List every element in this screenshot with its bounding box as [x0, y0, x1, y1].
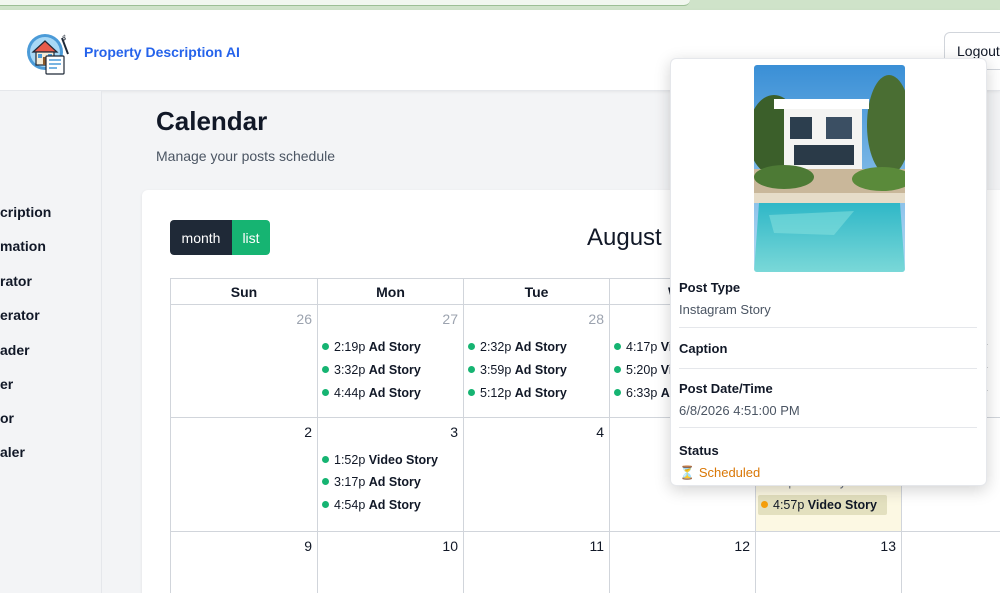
- day-number: 13: [880, 538, 896, 554]
- post-date-label: Post Date/Time: [679, 381, 773, 396]
- calendar-event[interactable]: 3:32p Ad Story: [322, 360, 421, 380]
- divider: [679, 327, 977, 328]
- calendar-event[interactable]: 4:44p Ad Story: [322, 383, 421, 403]
- day-number: 3: [450, 424, 458, 440]
- day-cell-tue-4[interactable]: 4: [463, 418, 609, 532]
- day-cell-sun-9[interactable]: 9: [170, 532, 317, 593]
- sidebar-item[interactable]: or: [0, 410, 14, 426]
- day-number: 10: [442, 538, 458, 554]
- browser-tabstrip: [0, 0, 1000, 10]
- day-cell-thu-13[interactable]: 13: [755, 532, 901, 593]
- day-number: 4: [596, 424, 604, 440]
- caption-label: Caption: [679, 341, 728, 356]
- event-dot-icon: [614, 389, 621, 396]
- sidebar-item[interactable]: ader: [0, 342, 30, 358]
- hourglass-icon: ⏳: [679, 465, 696, 480]
- event-dot-icon: [322, 478, 329, 485]
- status-label: Status: [679, 443, 719, 458]
- month-view-button[interactable]: month: [170, 220, 232, 255]
- sidebar-item[interactable]: cription: [0, 204, 51, 220]
- calendar-event[interactable]: 4:54p Ad Story: [322, 495, 421, 515]
- sidebar-item[interactable]: mation: [0, 238, 46, 254]
- weekday-header-sun: Sun: [170, 278, 317, 305]
- post-type-value: Instagram Story: [679, 302, 771, 317]
- divider: [679, 368, 977, 369]
- calendar-event[interactable]: 4:17p Vi: [614, 337, 672, 357]
- sidebar-item[interactable]: er: [0, 376, 13, 392]
- event-dot-icon: [468, 343, 475, 350]
- brand-name[interactable]: Property Description AI: [84, 44, 240, 60]
- day-number: 11: [589, 538, 604, 554]
- weekday-header-tue: Tue: [463, 278, 609, 305]
- event-dot-icon: [761, 501, 768, 508]
- sidebar-item[interactable]: erator: [0, 307, 40, 323]
- weekday-header-mon: Mon: [317, 278, 463, 305]
- calendar-event[interactable]: 6:33p Ad: [614, 383, 677, 403]
- calendar-event[interactable]: 3:17p Ad Story: [322, 472, 421, 492]
- event-dot-icon: [614, 343, 621, 350]
- list-view-button[interactable]: list: [232, 220, 270, 255]
- browser-tab[interactable]: [0, 0, 690, 6]
- day-cell-sun-2[interactable]: 2: [170, 418, 317, 532]
- event-dot-icon: [468, 366, 475, 373]
- view-toggle: month list: [170, 220, 270, 255]
- calendar-title: August: [587, 224, 662, 251]
- sidebar-item[interactable]: rator: [0, 273, 32, 289]
- property-photo: [754, 65, 905, 272]
- svg-text:$: $: [62, 34, 66, 42]
- calendar-event[interactable]: 5:12p Ad Story: [468, 383, 567, 403]
- day-number: 12: [734, 538, 750, 554]
- event-dot-icon: [468, 389, 475, 396]
- day-cell-mon-10[interactable]: 10: [317, 532, 463, 593]
- calendar-event[interactable]: 1:52p Video Story: [322, 450, 438, 470]
- day-cell-mon-3[interactable]: 3 1:52p Video Story 3:17p Ad Story 4:54p…: [317, 418, 463, 532]
- day-number: 9: [304, 538, 312, 554]
- day-number: 2: [304, 424, 312, 440]
- calendar-event[interactable]: 5:20p Vi: [614, 360, 672, 380]
- calendar-event[interactable]: 2:19p Ad Story: [322, 337, 421, 357]
- post-date-value: 6/8/2026 4:51:00 PM: [679, 403, 800, 418]
- day-cell-tue-11[interactable]: 11: [463, 532, 609, 593]
- event-dot-icon: [322, 389, 329, 396]
- divider: [679, 427, 977, 428]
- day-cell-wed-12[interactable]: 12: [609, 532, 755, 593]
- house-document-logo-icon: $: [27, 34, 69, 75]
- event-dot-icon: [614, 366, 621, 373]
- event-dot-icon: [322, 366, 329, 373]
- day-number: 26: [296, 311, 312, 327]
- page-title: Calendar: [156, 106, 268, 136]
- event-dot-icon: [322, 501, 329, 508]
- page-subtitle: Manage your posts schedule: [156, 148, 335, 164]
- event-dot-icon: [322, 343, 329, 350]
- day-number: 28: [588, 311, 604, 327]
- calendar-event[interactable]: 3:59p Ad Story: [468, 360, 567, 380]
- status-text: Scheduled: [698, 465, 761, 480]
- status-value: ⏳ Scheduled: [679, 465, 760, 481]
- post-type-label: Post Type: [679, 280, 741, 295]
- event-detail-popover: Post Type Instagram Story Caption Post D…: [670, 58, 987, 486]
- calendar-event[interactable]: 2:32p Ad Story: [468, 337, 567, 357]
- day-cell-fri-14[interactable]: [901, 532, 1000, 593]
- day-number: 27: [442, 311, 458, 327]
- sidebar-item[interactable]: aler: [0, 444, 25, 460]
- event-dot-icon: [322, 456, 329, 463]
- day-cell-mon-27[interactable]: 27 2:19p Ad Story 3:32p Ad Story 4:44p A…: [317, 305, 463, 418]
- calendar-event-selected[interactable]: 4:57p Video Story: [758, 495, 887, 515]
- day-cell-sun-26[interactable]: 26: [170, 305, 317, 418]
- day-cell-tue-28[interactable]: 28 2:32p Ad Story 3:59p Ad Story 5:12p A…: [463, 305, 609, 418]
